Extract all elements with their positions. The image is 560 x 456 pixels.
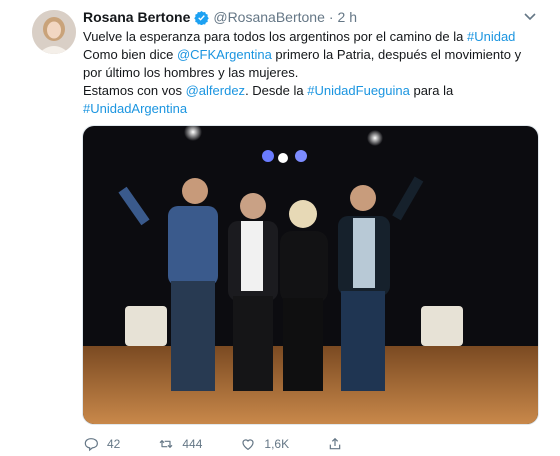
like-count: 1,6K (264, 437, 290, 451)
reply-icon (84, 438, 98, 452)
text-segment: para la (409, 83, 454, 98)
text-segment: . Desde la (245, 83, 308, 98)
retweet-button[interactable]: 444 (158, 436, 202, 452)
text-segment: Como bien dice (83, 47, 177, 62)
mention-link[interactable]: @CFKArgentina (177, 47, 272, 62)
text-segment: Estamos con vos (83, 83, 186, 98)
tweet-line: #UnidadArgentina (83, 100, 543, 118)
hashtag-link[interactable]: #UnidadArgentina (83, 101, 187, 116)
hashtag-link[interactable]: #UnidadFueguina (307, 83, 410, 98)
mention-link[interactable]: @alferdez (186, 83, 245, 98)
reply-button[interactable]: 42 (83, 436, 120, 452)
timestamp[interactable]: 2 h (338, 8, 357, 26)
tweet-photo[interactable] (82, 125, 539, 425)
verified-badge-icon (194, 10, 210, 25)
retweet-count: 444 (182, 437, 203, 451)
hashtag-link[interactable]: #Unidad (467, 29, 515, 44)
tweet-actions: 42 444 1,6K (83, 436, 389, 452)
tweet-line: Estamos con vos @alferdez. Desde la #Uni… (83, 82, 543, 100)
retweet-icon (159, 440, 173, 448)
share-icon (329, 437, 341, 450)
avatar[interactable] (32, 10, 76, 54)
text-segment: Vuelve la esperanza para todos los argen… (83, 29, 467, 44)
heart-icon (242, 439, 254, 451)
like-button[interactable]: 1,6K (240, 436, 289, 452)
author-name[interactable]: Rosana Bertone (83, 8, 190, 26)
tweet-line: Como bien dice @CFKArgentina primero la … (83, 46, 543, 82)
share-button[interactable] (327, 436, 351, 452)
tweet-header: Rosana Bertone @RosanaBertone · 2 h (83, 8, 357, 26)
tweet-line: Vuelve la esperanza para todos los argen… (83, 28, 543, 46)
tweet-text: Vuelve la esperanza para todos los argen… (83, 28, 543, 118)
separator-dot: · (328, 9, 334, 25)
tweet-card: Rosana Bertone @RosanaBertone · 2 h Vuel… (0, 0, 560, 456)
chevron-down-icon[interactable] (522, 8, 538, 24)
reply-count: 42 (107, 437, 121, 451)
author-handle[interactable]: @RosanaBertone (213, 8, 325, 26)
